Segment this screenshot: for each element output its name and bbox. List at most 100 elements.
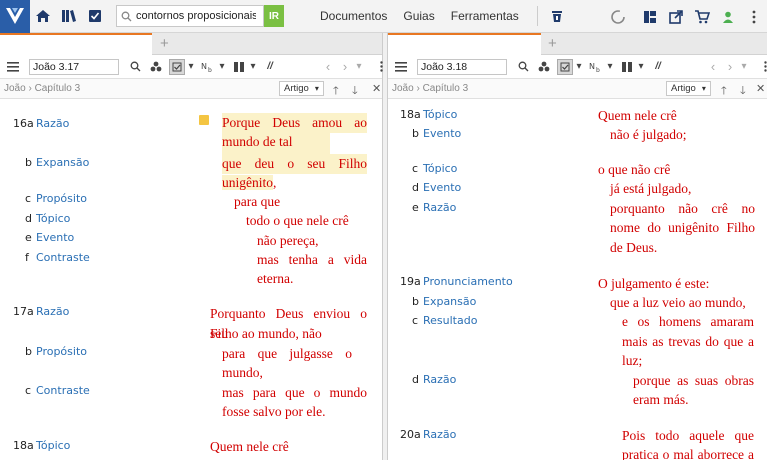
text-line: o que não crê — [598, 162, 671, 177]
checklist-icon[interactable] — [82, 0, 108, 33]
relation-label[interactable]: Pronunciamento — [423, 275, 513, 288]
relation-label[interactable]: Tópico — [36, 212, 70, 225]
relation-label[interactable]: Contraste — [36, 251, 90, 264]
trash-icon[interactable] — [544, 0, 570, 33]
relation-label[interactable]: Resultado — [423, 314, 477, 327]
view-select[interactable]: Artigo ▾ — [666, 81, 711, 96]
verse-number: 16a — [13, 117, 34, 130]
search-field[interactable] — [116, 5, 264, 27]
verse-number: 20a — [400, 428, 421, 441]
relation-label[interactable]: Tópico — [423, 108, 457, 121]
back-icon[interactable]: ‹ — [705, 59, 721, 75]
new-window-icon[interactable] — [663, 0, 689, 33]
app-toolbar: IR Documentos Guias Ferramentas — [0, 0, 767, 33]
add-tab-icon[interactable]: + — [548, 35, 557, 52]
go-button[interactable]: IR — [264, 5, 284, 27]
relation-label[interactable]: Razão — [36, 117, 69, 130]
verse-number: e — [25, 231, 32, 244]
back-icon[interactable]: ‹ — [320, 59, 336, 75]
chevron-down-icon[interactable]: ▾ — [351, 59, 367, 75]
text-line: Quem nele crê — [598, 108, 677, 123]
right-tabstrip: + — [388, 33, 767, 55]
relation-label[interactable]: Razão — [36, 305, 69, 318]
relation-label[interactable]: Expansão — [36, 156, 89, 169]
reference-box[interactable]: João 3.17 — [29, 58, 119, 75]
chevron-down-icon[interactable]: ▾ — [187, 59, 195, 75]
right-tab[interactable] — [388, 33, 541, 55]
relation-label[interactable]: Evento — [423, 181, 461, 194]
logos-logo-icon[interactable] — [0, 0, 30, 33]
relation-label[interactable]: Evento — [36, 231, 74, 244]
more-icon[interactable] — [741, 0, 767, 33]
columns-icon[interactable] — [231, 59, 247, 75]
text-line: luz; — [622, 353, 643, 368]
breadcrumb[interactable]: João › Capítulo 3 — [4, 83, 80, 94]
relation-label[interactable]: Expansão — [423, 295, 476, 308]
note-icon[interactable] — [199, 115, 209, 125]
chevron-down-icon[interactable]: ▾ — [218, 59, 226, 75]
text-line: para que julgasse o — [222, 346, 352, 361]
right-pane: + João 3.18 ▾ Nb ▾ ▾ // ‹ › ▾ João › Cap… — [387, 33, 767, 460]
chevron-down-icon[interactable]: ▾ — [575, 59, 583, 75]
more-icon[interactable] — [757, 59, 767, 75]
menu-tools[interactable]: Ferramentas — [451, 9, 519, 23]
menu-guides[interactable]: Guias — [403, 9, 434, 23]
relation-label[interactable]: Propósito — [36, 192, 87, 205]
relation-label[interactable]: Tópico — [36, 439, 70, 452]
visual-filter-icon[interactable] — [148, 59, 164, 75]
library-icon[interactable] — [56, 0, 82, 33]
svg-text:b: b — [208, 67, 212, 73]
svg-text:N: N — [589, 62, 595, 71]
panel-menu-icon[interactable] — [393, 59, 409, 75]
close-icon[interactable]: ✕ — [756, 82, 765, 95]
left-pane: + João 3.17 ▾ Nb ▾ ▾ // ‹ › ▾ João › Cap… — [0, 33, 383, 460]
verse-number: 18a — [400, 108, 421, 121]
home-icon[interactable] — [30, 0, 56, 33]
search-icon[interactable] — [127, 59, 143, 75]
chevron-down-icon[interactable]: ▾ — [736, 59, 752, 75]
interlinear-icon[interactable]: Nb — [588, 59, 604, 75]
chevron-down-icon[interactable]: ▾ — [637, 59, 645, 75]
search-input[interactable] — [136, 10, 256, 22]
text-line: fosse salvo por ele. — [222, 404, 326, 419]
text-line: O julgamento é este: — [598, 276, 710, 291]
chevron-down-icon[interactable]: ▾ — [249, 59, 257, 75]
menu-documents[interactable]: Documentos — [320, 9, 387, 23]
left-tabstrip: + — [0, 33, 382, 55]
verse-number: b — [412, 295, 419, 308]
parallel-icon[interactable]: // — [650, 59, 666, 75]
user-icon[interactable] — [715, 0, 741, 33]
columns-icon[interactable] — [619, 59, 635, 75]
chevron-down-icon[interactable]: ▾ — [606, 59, 614, 75]
verse-number: 19a — [400, 275, 421, 288]
view-select[interactable]: Artigo ▾ — [279, 81, 324, 96]
visual-filters-toggle-icon[interactable] — [557, 58, 573, 75]
verse-number: c — [25, 384, 32, 397]
left-panel-toolbar: João 3.17 ▾ Nb ▾ ▾ // ‹ › ▾ — [0, 55, 383, 79]
relation-label[interactable]: Razão — [423, 201, 456, 214]
panel-menu-icon[interactable] — [5, 59, 21, 75]
breadcrumb[interactable]: João › Capítulo 3 — [392, 83, 468, 94]
relation-label[interactable]: Razão — [423, 373, 456, 386]
sync-icon[interactable] — [605, 0, 631, 33]
relation-label[interactable]: Contraste — [36, 384, 90, 397]
close-icon[interactable]: ✕ — [372, 82, 381, 95]
cart-icon[interactable] — [689, 0, 715, 33]
search-icon[interactable] — [515, 59, 531, 75]
parallel-icon[interactable]: // — [262, 59, 278, 75]
layouts-icon[interactable] — [637, 0, 663, 33]
relation-label[interactable]: Razão — [423, 428, 456, 441]
relation-label[interactable]: Tópico — [423, 162, 457, 175]
relation-label[interactable]: Propósito — [36, 345, 87, 358]
visual-filter-icon[interactable] — [536, 59, 552, 75]
interlinear-icon[interactable]: Nb — [200, 59, 216, 75]
left-tab[interactable] — [0, 33, 152, 55]
reference-box[interactable]: João 3.18 — [417, 58, 507, 75]
text-line: pratica o mal aborrece a — [622, 447, 754, 460]
verse-number: c — [412, 314, 419, 327]
text-line: Quem nele crê — [210, 439, 289, 454]
text-line: e os homens amaram — [622, 314, 754, 329]
relation-label[interactable]: Evento — [423, 127, 461, 140]
add-tab-icon[interactable]: + — [160, 35, 169, 52]
visual-filters-toggle-icon[interactable] — [169, 58, 185, 75]
